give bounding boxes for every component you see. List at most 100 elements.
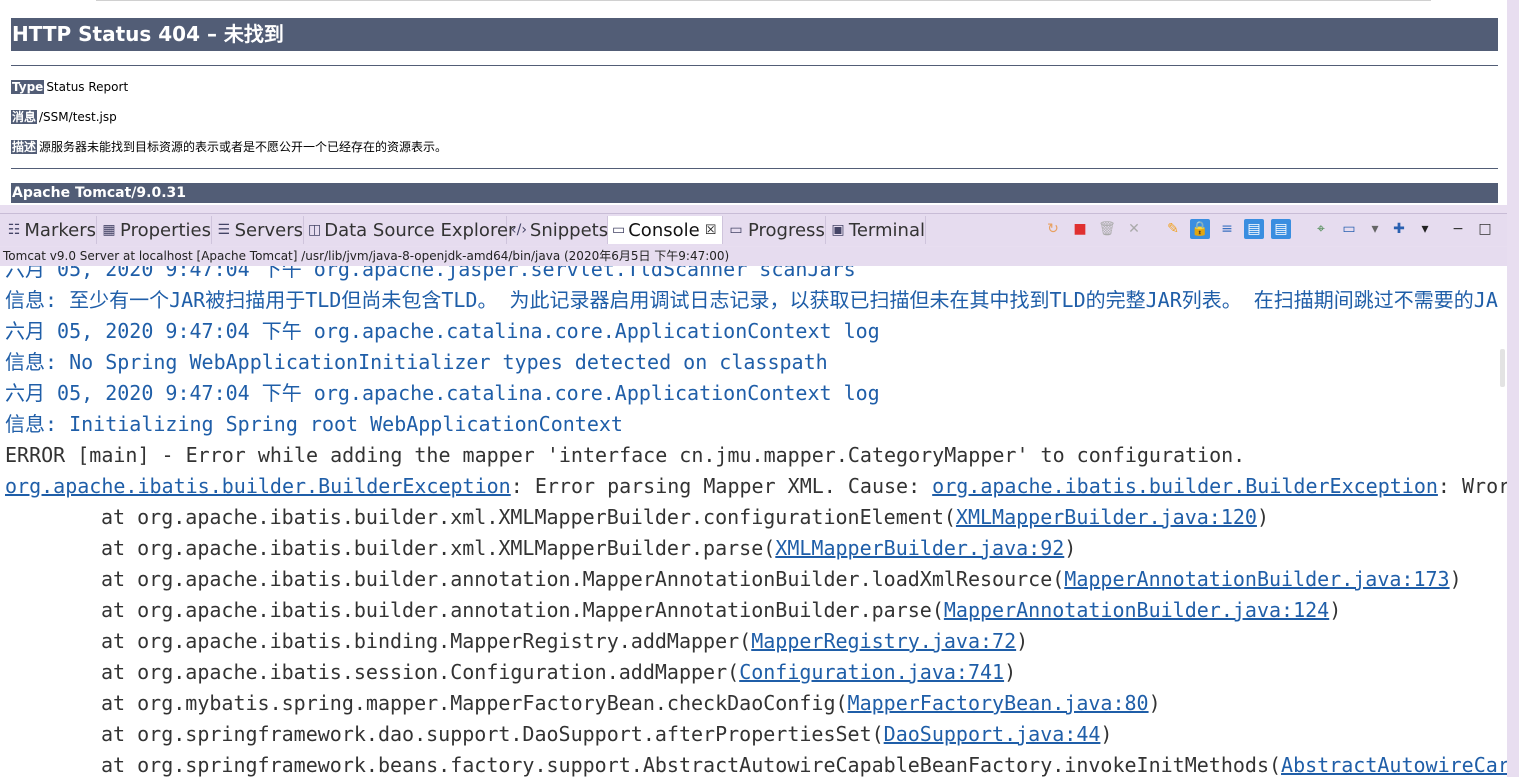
remove-all-icon[interactable]: ✕ [1124, 219, 1144, 239]
console-output[interactable]: 六月 05, 2020 9:47:04 下午 org.apache.jasper… [0, 266, 1507, 777]
console-line: at org.apache.ibatis.binding.MapperRegis… [101, 626, 1028, 657]
tab-servers[interactable]: ☰ Servers [212, 216, 304, 244]
display-console-icon[interactable]: ▭ [1339, 219, 1359, 239]
console-icon: ▭ [612, 222, 626, 238]
word-wrap-icon[interactable]: ≡ [1217, 219, 1237, 239]
servers-icon: ☰ [217, 222, 231, 238]
console-line: at org.apache.ibatis.builder.xml.XMLMapp… [101, 533, 1076, 564]
tab-label: Markers [24, 219, 96, 241]
console-text: 六月 05, 2020 9:47:04 下午 org.apache.catali… [5, 381, 880, 405]
console-line: org.apache.ibatis.builder.BuilderExcepti… [5, 471, 1507, 502]
tab-label: Properties [120, 219, 211, 241]
info-row-description: 描述 源服务器未能找到目标资源的表示或者是不愿公开一个已经存在的资源表示。 [11, 139, 447, 156]
console-text: ) [1064, 536, 1077, 560]
console-line: at org.apache.ibatis.builder.annotation.… [101, 595, 1341, 626]
source-link[interactable]: Configuration.java:741 [739, 660, 1004, 684]
tab-data-source-explorer[interactable]: ◫ Data Source Explorer [304, 216, 515, 244]
tab-label: Console [628, 219, 700, 241]
console-text: at org.mybatis.spring.mapper.MapperFacto… [101, 691, 848, 715]
console-text: 信息: 至少有一个JAR被扫描用于TLD但尚未包含TLD。 为此记录器启用调试日… [5, 288, 1498, 312]
info-label: 消息 [11, 110, 38, 124]
terminate-icon[interactable]: ■ [1070, 219, 1090, 239]
divider [11, 168, 1498, 169]
console-line: 六月 05, 2020 9:47:04 下午 org.apache.catali… [5, 378, 880, 409]
divider [11, 65, 1498, 66]
snippets-icon: ‹/› [511, 222, 527, 238]
tab-label: Servers [234, 219, 303, 241]
page-title: HTTP Status 404 – 未找到 [11, 18, 1498, 51]
console-line: 信息: No Spring WebApplicationInitializer … [5, 347, 828, 378]
info-value: 源服务器未能找到目标资源的表示或者是不愿公开一个已经存在的资源表示。 [39, 140, 448, 154]
console-text: ) [1148, 691, 1161, 715]
restart-icon[interactable]: ↻ [1043, 219, 1063, 239]
console-scrollbar-thumb[interactable] [1500, 349, 1505, 387]
tab-properties[interactable]: ▦ Properties [97, 216, 212, 244]
show-stderr-icon[interactable]: ▤ [1271, 219, 1291, 239]
source-link[interactable]: XMLMapperBuilder.java:120 [956, 505, 1257, 529]
console-line: at org.mybatis.spring.mapper.MapperFacto… [101, 688, 1161, 719]
tab-console[interactable]: ▭ Console ☒ [608, 216, 723, 244]
source-link[interactable]: AbstractAutowireCar [1281, 753, 1507, 777]
console-line: 六月 05, 2020 9:47:04 下午 org.apache.catali… [5, 316, 880, 347]
right-gutter [1507, 213, 1519, 777]
pin-console-icon[interactable]: ⌖ [1311, 219, 1331, 239]
console-text: at org.springframework.beans.factory.sup… [101, 753, 1282, 777]
info-value: /SSM/test.jsp [39, 110, 117, 124]
tab-label: Data Source Explorer [324, 219, 516, 241]
exception-link[interactable]: org.apache.ibatis.builder.BuilderExcepti… [932, 474, 1438, 498]
console-text: at org.apache.ibatis.session.Configurati… [101, 660, 740, 684]
scroll-lock-icon[interactable]: 🔒 [1190, 219, 1210, 239]
console-text: ERROR [main] - Error while adding the ma… [5, 443, 1246, 467]
console-text: ) [1449, 567, 1462, 591]
clear-console-icon[interactable]: ✎ [1163, 219, 1183, 239]
console-text: at org.springframework.dao.support.DaoSu… [101, 722, 884, 746]
view-menu-icon[interactable]: ▾ [1415, 219, 1435, 239]
close-icon[interactable]: ☒ [705, 223, 717, 238]
console-text: at org.apache.ibatis.binding.MapperRegis… [101, 629, 752, 653]
server-footer: Apache Tomcat/9.0.31 [11, 183, 1498, 203]
console-text: ) [1004, 660, 1017, 684]
maximize-icon[interactable]: □ [1475, 219, 1495, 239]
console-line: at org.springframework.dao.support.DaoSu… [101, 719, 1112, 750]
console-line: at org.springframework.beans.factory.sup… [101, 750, 1507, 777]
console-line: ERROR [main] - Error while adding the ma… [5, 440, 1245, 471]
terminal-icon: ▣ [831, 222, 845, 238]
browser-page: HTTP Status 404 – 未找到 Type Status Report … [0, 0, 1507, 205]
properties-icon: ▦ [102, 222, 116, 238]
console-line: at org.apache.ibatis.builder.xml.XMLMapp… [101, 502, 1269, 533]
info-value: Status Report [46, 80, 129, 94]
show-stdout-icon[interactable]: ▤ [1244, 219, 1264, 239]
source-link[interactable]: MapperAnnotationBuilder.java:173 [1064, 567, 1449, 591]
minimize-icon[interactable]: − [1448, 219, 1468, 239]
tab-markers[interactable]: ☷ Markers [3, 216, 97, 244]
source-link[interactable]: DaoSupport.java:44 [884, 722, 1101, 746]
source-link[interactable]: MapperAnnotationBuilder.java:124 [944, 598, 1329, 622]
console-text: 信息: Initializing Spring root WebApplicat… [5, 412, 623, 436]
console-text: ) [1256, 505, 1269, 529]
console-line: at org.apache.ibatis.builder.annotation.… [101, 564, 1462, 595]
tab-snippets[interactable]: ‹/› Snippets [507, 216, 608, 244]
tab-terminal[interactable]: ▣ Terminal [826, 216, 926, 244]
console-text: ) [1016, 629, 1029, 653]
remove-launch-icon[interactable]: 🗑 [1097, 219, 1117, 239]
console-text: at org.apache.ibatis.builder.xml.XMLMapp… [101, 505, 956, 529]
console-text: : Error parsing Mapper XML. Cause: [510, 474, 933, 498]
console-process-label: Tomcat v9.0 Server at localhost [Apache … [0, 247, 1507, 266]
source-link[interactable]: MapperRegistry.java:72 [751, 629, 1016, 653]
browser-scrollbar[interactable] [1507, 0, 1519, 210]
console-line: 六月 05, 2020 9:47:04 下午 org.apache.jasper… [5, 266, 856, 285]
source-link[interactable]: XMLMapperBuilder.java:92 [775, 536, 1064, 560]
info-row-type: Type Status Report [11, 79, 128, 96]
console-text: 六月 05, 2020 9:47:04 下午 org.apache.jasper… [5, 266, 856, 281]
new-console-icon[interactable]: ✚ [1389, 219, 1409, 239]
tab-progress[interactable]: ▭ Progress [723, 216, 826, 244]
console-text: at org.apache.ibatis.builder.annotation.… [101, 598, 944, 622]
exception-link[interactable]: org.apache.ibatis.builder.BuilderExcepti… [5, 474, 511, 498]
console-text: 信息: No Spring WebApplicationInitializer … [5, 350, 828, 374]
source-link[interactable]: MapperFactoryBean.java:80 [848, 691, 1149, 715]
info-label: Type [11, 80, 45, 94]
display-console-menu-icon[interactable]: ▾ [1365, 219, 1385, 239]
console-text: at org.apache.ibatis.builder.xml.XMLMapp… [101, 536, 776, 560]
console-text: 六月 05, 2020 9:47:04 下午 org.apache.catali… [5, 319, 880, 343]
console-line: at org.apache.ibatis.session.Configurati… [101, 657, 1016, 688]
